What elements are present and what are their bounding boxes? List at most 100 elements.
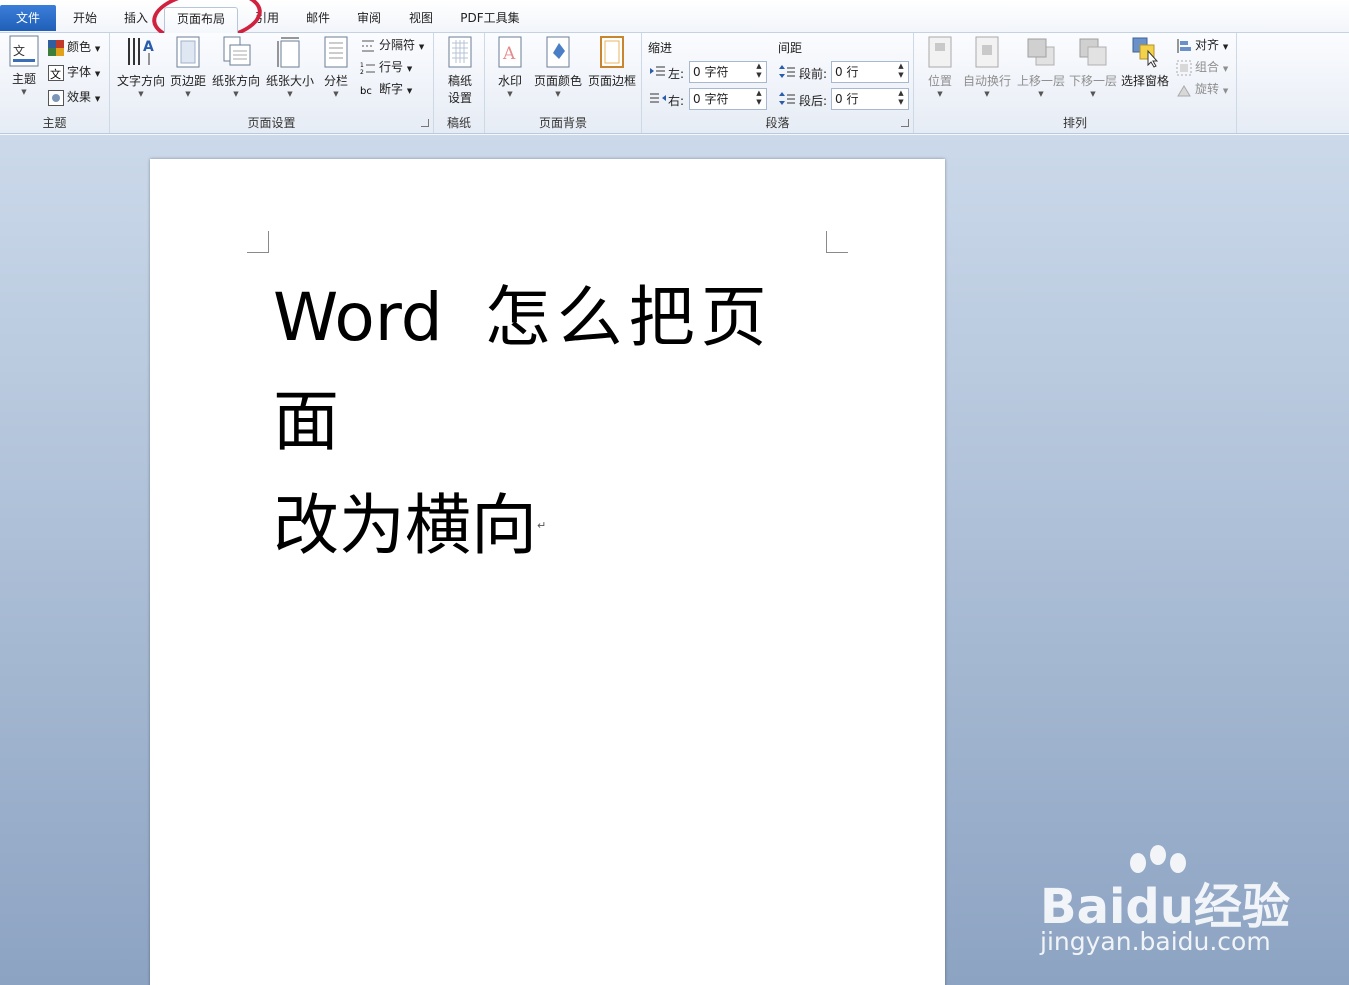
document-word: Word: [273, 279, 443, 356]
tab-pdf-tools[interactable]: PDF工具集: [452, 7, 528, 33]
chevron-down-icon: ▼: [406, 87, 413, 95]
group-label-paragraph: 段落: [765, 116, 790, 130]
spacing-after-icon: [779, 92, 795, 105]
margins-button[interactable]: 页边距 ▼: [168, 35, 208, 99]
svg-text:A: A: [143, 39, 154, 55]
indent-left-field[interactable]: 0 字符 ▲ ▼: [689, 61, 767, 83]
spinner-icon[interactable]: ▲ ▼: [894, 89, 908, 109]
rotate-button[interactable]: 旋转 ▼: [1176, 79, 1228, 99]
columns-button[interactable]: 分栏 ▼: [318, 35, 354, 99]
document-page[interactable]: Word 怎么把页面 改为横向↵: [150, 159, 945, 985]
indent-title: 缩进: [648, 41, 673, 55]
tab-review[interactable]: 审阅: [346, 7, 392, 33]
colors-button[interactable]: 颜色 ▼: [48, 37, 100, 57]
selection-pane-button[interactable]: 选择窗格: [1120, 35, 1170, 89]
group-paragraph: 缩进 间距 左: 0 字符 ▲ ▼ 右: 0 字符 ▲ ▼ 段前: 0 行 ▲ ▼ 段…: [642, 33, 914, 133]
tab-insert[interactable]: 插入: [114, 7, 158, 33]
dialog-launcher-icon[interactable]: [901, 119, 909, 127]
document-body-text[interactable]: Word 怎么把页面 改为横向↵: [273, 266, 833, 578]
send-backward-button[interactable]: 下移一层 ▼: [1068, 35, 1118, 99]
group-label-theme: 主题: [42, 116, 67, 130]
tab-page-layout[interactable]: 页面布局: [164, 7, 238, 33]
text-direction-icon: A: [128, 38, 154, 65]
orientation-label: 纸张方向: [211, 74, 260, 88]
svg-text:文: 文: [50, 67, 61, 81]
chevron-down-icon: ▼: [333, 90, 339, 98]
group-page-setup: A 文字方向 ▼ 页边距 ▼ 纸张方向 ▼ 纸张大小 ▼ 分栏 ▼ 分隔符 ▼: [110, 33, 434, 133]
line-numbers-icon: 12: [360, 62, 375, 76]
hyphenation-icon: bc: [360, 86, 372, 97]
watermark-label: 水印: [497, 74, 522, 88]
spinner-icon[interactable]: ▲ ▼: [752, 89, 766, 109]
wrap-text-icon: [975, 36, 999, 68]
selection-pane-label: 选择窗格: [1120, 74, 1169, 88]
dialog-launcher-icon[interactable]: [421, 119, 429, 127]
fonts-button[interactable]: 文字体 ▼: [48, 62, 100, 82]
draft-setup-label-1: 稿纸: [447, 74, 472, 88]
group-page-background: A 水印 ▼ 页面颜色 ▼ 页面边框 页面背景: [485, 33, 642, 133]
hyphenation-button[interactable]: bc 断字 ▼: [360, 79, 412, 99]
align-button[interactable]: 对齐 ▼: [1176, 35, 1228, 55]
tab-references[interactable]: 引用: [244, 7, 290, 33]
indent-left-value: 0 字符: [693, 65, 729, 79]
effects-button[interactable]: 效果 ▼: [48, 87, 100, 107]
wrap-text-button[interactable]: 自动换行 ▼: [962, 35, 1012, 99]
spacing-after-field[interactable]: 0 行 ▲ ▼: [831, 88, 909, 110]
bring-forward-button[interactable]: 上移一层 ▼: [1016, 35, 1066, 99]
indent-left-icon: [650, 66, 665, 76]
position-label: 位置: [927, 74, 952, 88]
page-color-icon: [546, 36, 570, 68]
baidu-watermark: Baidu经验 jingyan.baidu.com: [1040, 845, 1330, 965]
breaks-icon: [362, 40, 374, 51]
fonts-icon: 文: [48, 64, 64, 81]
position-button[interactable]: 位置 ▼: [920, 35, 960, 99]
draft-setup-button[interactable]: 稿纸 设置: [440, 35, 480, 106]
indent-right-field[interactable]: 0 字符 ▲ ▼: [689, 88, 767, 110]
group-draft-paper: 稿纸 设置 稿纸: [434, 33, 485, 133]
group-objects-button[interactable]: 组合 ▼: [1176, 57, 1228, 77]
size-icon: [277, 37, 300, 68]
spacing-before-icon: [779, 65, 795, 78]
line-numbers-button[interactable]: 1 2 行号 ▼: [360, 57, 412, 77]
theme-icon: 文: [9, 35, 39, 67]
spinner-icon[interactable]: ▲ ▼: [894, 62, 908, 82]
svg-text:bc: bc: [360, 86, 372, 97]
tab-mailings[interactable]: 邮件: [296, 7, 340, 33]
hyphenation-label: 断字: [379, 82, 404, 96]
wrap-text-label: 自动换行: [962, 74, 1011, 88]
indent-left-label: 左:: [668, 67, 685, 81]
chevron-down-icon: ▼: [1038, 90, 1044, 98]
breaks-button[interactable]: 分隔符 ▼: [360, 35, 424, 55]
ribbon: 文 主题 ▼ 颜色 ▼ 文字体 ▼ 效果 ▼ 主题 A 文字方向 ▼ 页边距 ▼…: [0, 33, 1349, 134]
watermark-button[interactable]: A 水印 ▼: [493, 35, 527, 99]
colors-icon: [48, 39, 64, 56]
orientation-button[interactable]: 纸张方向 ▼: [210, 35, 262, 99]
spacing-before-field[interactable]: 0 行 ▲ ▼: [831, 61, 909, 83]
send-backward-icon: [1079, 38, 1107, 66]
tab-home[interactable]: 开始: [62, 7, 108, 33]
chevron-down-icon: ▼: [1090, 90, 1096, 98]
theme-button[interactable]: 文 主题 ▼: [6, 35, 42, 97]
page-color-label: 页面颜色: [533, 74, 582, 88]
group-objects-label: 组合: [1195, 60, 1220, 74]
group-label-arrange: 排列: [1062, 116, 1087, 130]
watermark-url: jingyan.baidu.com: [1040, 927, 1271, 956]
chevron-down-icon: ▼: [1222, 65, 1229, 73]
size-button[interactable]: 纸张大小 ▼: [264, 35, 316, 99]
text-direction-button[interactable]: A 文字方向 ▼: [114, 35, 168, 99]
tab-view[interactable]: 视图: [398, 7, 444, 33]
spacing-after-value: 0 行: [835, 92, 859, 106]
spinner-icon[interactable]: ▲ ▼: [752, 62, 766, 82]
indent-right-label: 右:: [668, 94, 685, 108]
page-borders-button[interactable]: 页面边框: [585, 35, 639, 89]
group-label-page-setup: 页面设置: [247, 116, 296, 130]
page-color-button[interactable]: 页面颜色 ▼: [531, 35, 585, 99]
page-borders-label: 页面边框: [587, 74, 636, 88]
document-line-2: 改为横向↵: [273, 474, 833, 578]
chevron-down-icon: ▼: [1222, 43, 1229, 51]
document-line-1: Word 怎么把页面: [273, 266, 833, 474]
columns-label: 分栏: [323, 74, 348, 88]
fonts-label: 字体: [67, 65, 92, 79]
tab-file[interactable]: 文件: [0, 5, 56, 31]
chevron-down-icon: ▼: [1222, 87, 1229, 95]
